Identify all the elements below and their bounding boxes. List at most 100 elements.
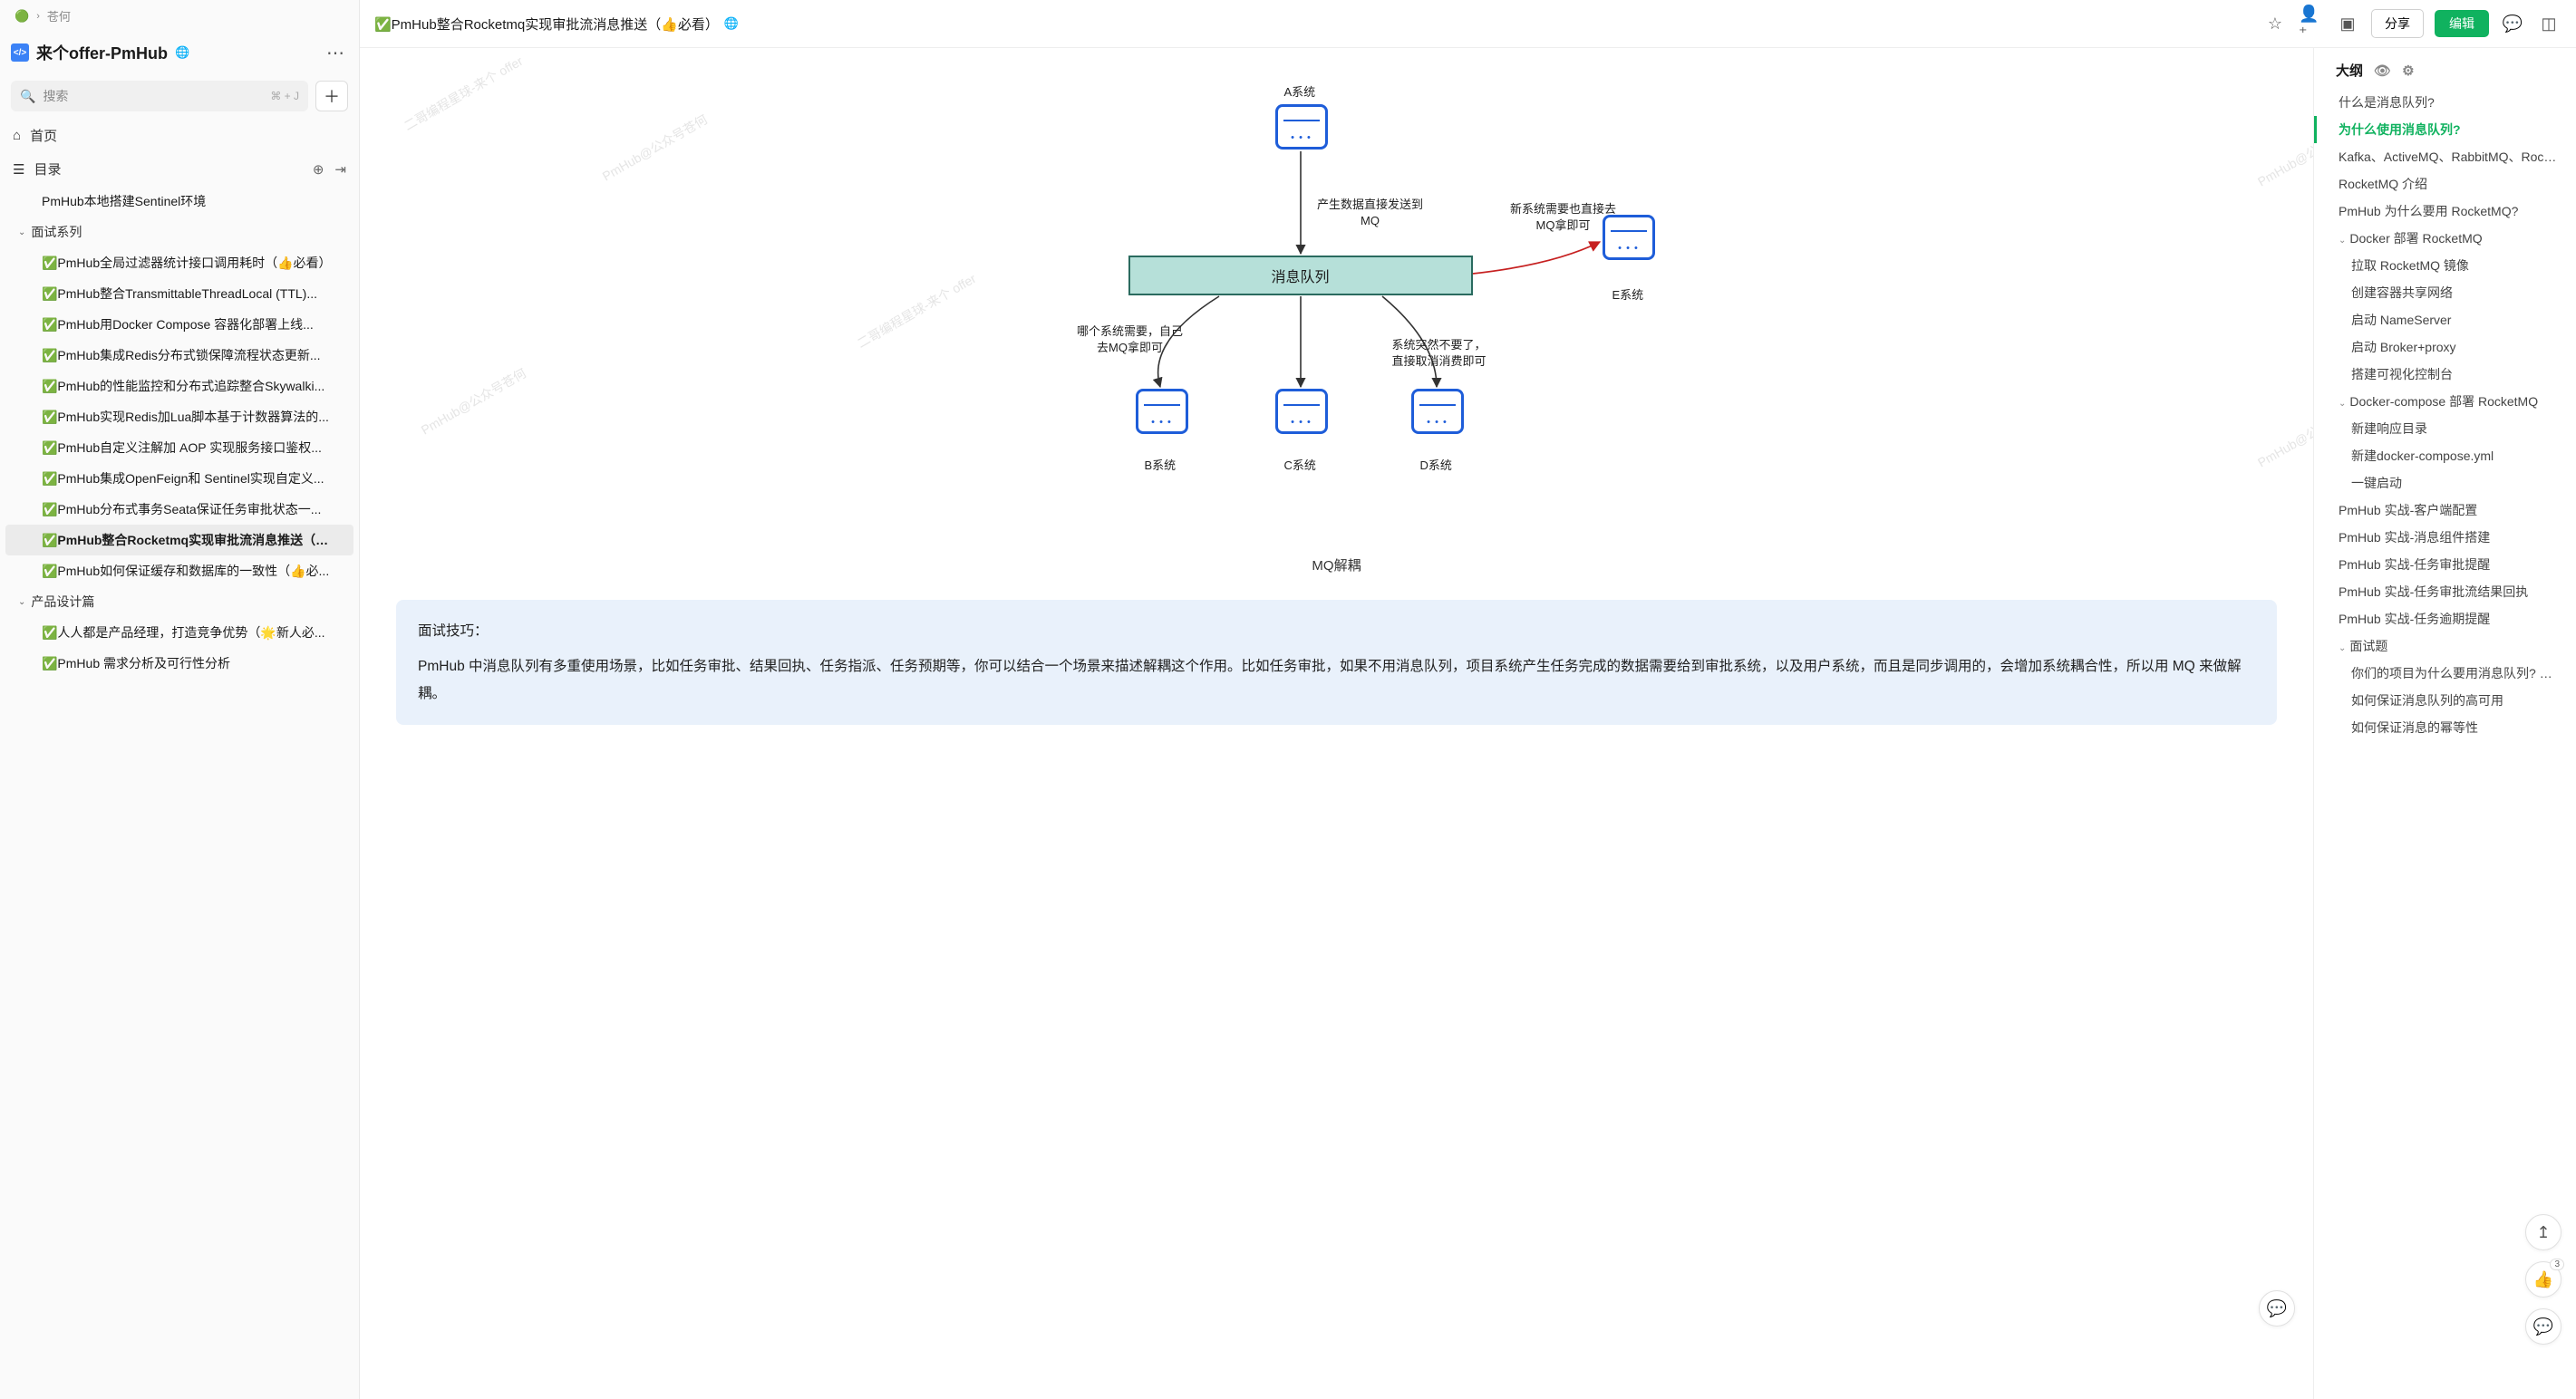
workspace-icon: </> — [11, 43, 29, 62]
outline-item[interactable]: 如何保证消息队列的高可用 — [2314, 687, 2567, 714]
home-icon: ⌂ — [13, 128, 21, 143]
panel-icon[interactable]: ◫ — [2536, 11, 2561, 36]
outline-item[interactable]: 创建容器共享网络 — [2314, 279, 2567, 306]
tree-item[interactable]: ✅PmHub集成OpenFeign和 Sentinel实现自定义... — [0, 463, 359, 494]
outline-item[interactable]: ⌄Docker-compose 部署 RocketMQ — [2314, 388, 2567, 415]
tree-item[interactable]: ✅PmHub分布式事务Seata保证任务审批状态一... — [0, 494, 359, 525]
settings-icon[interactable]: ⚙ — [2402, 63, 2414, 79]
tree-item[interactable]: ✅PmHub全局过滤器统计接口调用耗时（👍必看） — [0, 247, 359, 278]
main-area: ✅PmHub整合Rocketmq实现审批流消息推送（👍必看） 🌐 ☆ 👤⁺ ▣ … — [360, 0, 2576, 1399]
diagram-label: A系统 — [1284, 82, 1316, 100]
comment-icon[interactable]: 💬 — [2500, 11, 2525, 36]
tip-body: PmHub 中消息队列有多重使用场景，比如任务审批、结果回执、任务指派、任务预期… — [418, 653, 2255, 707]
article-body: 二哥编程星球-来个 offer PmHub@公众号苍何 PmHub@公众号苍何 … — [360, 48, 2313, 1399]
outline-item[interactable]: 新建响应目录 — [2314, 415, 2567, 442]
doc-title: ✅PmHub整合Rocketmq实现审批流消息推送（👍必看） 🌐 — [374, 14, 739, 34]
outline-item[interactable]: 搭建可视化控制台 — [2314, 361, 2567, 388]
thumbs-up-button[interactable]: 👍3 — [2525, 1261, 2561, 1298]
outline-item[interactable]: PmHub 为什么要用 RocketMQ? — [2314, 198, 2567, 225]
back-to-top-button[interactable]: ↥ — [2525, 1214, 2561, 1250]
outline-item[interactable]: ⌄面试题 — [2314, 632, 2567, 660]
outline-item[interactable]: PmHub 实战-客户端配置 — [2314, 497, 2567, 524]
outline-item[interactable]: 拉取 RocketMQ 镜像 — [2314, 252, 2567, 279]
star-icon[interactable]: ☆ — [2262, 11, 2288, 36]
outline-item[interactable]: 什么是消息队列? — [2314, 89, 2567, 116]
visibility-icon[interactable]: 👁 — [2374, 63, 2391, 79]
globe-icon: 🌐 — [724, 16, 739, 31]
globe-icon: 🌐 — [175, 45, 189, 60]
search-shortcut: ⌘ + J — [270, 90, 299, 102]
chevron-down-icon: ⌄ — [18, 227, 25, 237]
watermark: PmHub@公众号苍何 — [418, 364, 529, 439]
tree-item[interactable]: ✅PmHub集成Redis分布式锁保障流程状态更新... — [0, 340, 359, 371]
diagram-note: 产生数据直接发送到MQ — [1312, 197, 1429, 229]
tree-item[interactable]: ✅人人都是产品经理，打造竞争优势（🌟新人必... — [0, 617, 359, 648]
more-icon[interactable]: ⋯ — [323, 42, 348, 64]
tree-item[interactable]: ✅PmHub整合Rocketmq实现审批流消息推送（👍... — [5, 525, 353, 555]
outline-item[interactable]: 启动 Broker+proxy — [2314, 333, 2567, 361]
tree-item[interactable]: ✅PmHub的性能监控和分布式追踪整合Skywalki... — [0, 371, 359, 401]
tree-item[interactable]: ✅PmHub实现Redis加Lua脚本基于计数器算法的... — [0, 401, 359, 432]
outline-item[interactable]: PmHub 实战-任务逾期提醒 — [2314, 605, 2567, 632]
outline-item[interactable]: 新建docker-compose.yml — [2314, 442, 2567, 469]
comment-button[interactable]: 💬 — [2525, 1308, 2561, 1345]
tree-section-product[interactable]: ⌄产品设计篇 — [0, 586, 359, 617]
nav-home[interactable]: ⌂ 首页 — [0, 119, 359, 152]
tree-item[interactable]: ✅PmHub用Docker Compose 容器化部署上线... — [0, 309, 359, 340]
collapse-icon[interactable]: ⇥ — [334, 161, 346, 178]
chevron-down-icon: ⌄ — [18, 597, 25, 607]
outline-item[interactable]: 你们的项目为什么要用消息队列? 为... — [2314, 660, 2567, 687]
outline-item[interactable]: PmHub 实战-任务审批流结果回执 — [2314, 578, 2567, 605]
tree-item[interactable]: ✅PmHub 需求分析及可行性分析 — [0, 648, 359, 679]
diagram-node-c — [1275, 389, 1328, 434]
nav-toc[interactable]: ☰ 目录 ⊕ ⇥ — [0, 152, 359, 186]
outline-item[interactable]: PmHub 实战-消息组件搭建 — [2314, 524, 2567, 551]
diagram-label: E系统 — [1612, 285, 1644, 303]
tree-item[interactable]: PmHub本地搭建Sentinel环境 — [0, 186, 359, 217]
outline-item[interactable]: 为什么使用消息队列? — [2314, 116, 2567, 143]
watermark: 二哥编程星球-来个 offer — [854, 269, 979, 352]
watermark: PmHub@公众号苍何 — [599, 111, 711, 186]
watermark: 二哥编程星球-来个 offer — [401, 52, 526, 134]
workspace-title: 来个offer-PmHub — [36, 41, 168, 64]
app-logo-icon: 🟢 — [15, 9, 29, 24]
locate-icon[interactable]: ⊕ — [313, 161, 324, 178]
tree-item[interactable]: ✅PmHub自定义注解加 AOP 实现服务接口鉴权... — [0, 432, 359, 463]
diagram-note: 系统突然不要了，直接取消消费即可 — [1390, 337, 1489, 370]
inline-comment-button[interactable]: 💬 — [2259, 1290, 2295, 1327]
outline-item[interactable]: RocketMQ 介绍 — [2314, 170, 2567, 198]
workspace-header: </> 来个offer-PmHub 🌐 ⋯ — [0, 32, 359, 73]
tree-item[interactable]: ✅PmHub如何保证缓存和数据库的一致性（👍必... — [0, 555, 359, 586]
search-placeholder: 搜索 — [43, 87, 68, 105]
breadcrumb[interactable]: 🟢 › 苍何 — [0, 0, 359, 32]
diagram-label: D系统 — [1420, 456, 1452, 473]
search-input[interactable]: 🔍 搜索 ⌘ + J — [11, 81, 308, 111]
float-buttons: ↥ 👍3 💬 💬 — [2525, 1214, 2561, 1345]
outline-item[interactable]: Kafka、ActiveMQ、RabbitMQ、Rock... — [2314, 143, 2567, 170]
share-button[interactable]: 分享 — [2371, 9, 2424, 38]
outline-title: 大纲 — [2336, 61, 2363, 80]
tree-section-interview[interactable]: ⌄面试系列 — [0, 217, 359, 247]
diagram-label: C系统 — [1284, 456, 1316, 473]
outline-item[interactable]: 启动 NameServer — [2314, 306, 2567, 333]
outline-item[interactable]: ⌄Docker 部署 RocketMQ — [2314, 225, 2567, 252]
diagram-node-d — [1411, 389, 1464, 434]
chevron-down-icon: ⌄ — [2339, 643, 2346, 653]
outline-item[interactable]: 一键启动 — [2314, 469, 2567, 497]
watermark: PmHub@公 — [2254, 422, 2313, 472]
outline-item[interactable]: 如何保证消息的幂等性 — [2314, 714, 2567, 741]
diagram-note: 新系统需要也直接去MQ拿即可 — [1509, 201, 1618, 234]
add-button[interactable]: ＋ — [315, 81, 348, 111]
diagram-node-a — [1275, 104, 1328, 150]
outline-item[interactable]: PmHub 实战-任务审批提醒 — [2314, 551, 2567, 578]
diagram-queue: 消息队列 — [1128, 256, 1473, 295]
add-person-icon[interactable]: 👤⁺ — [2299, 11, 2324, 36]
tree-item[interactable]: ✅PmHub整合TransmittableThreadLocal (TTL)..… — [0, 278, 359, 309]
tip-box: 面试技巧： PmHub 中消息队列有多重使用场景，比如任务审批、结果回执、任务指… — [396, 600, 2277, 725]
diagram-node-e — [1603, 215, 1655, 260]
tip-title: 面试技巧： — [418, 618, 2255, 644]
present-icon[interactable]: ▣ — [2335, 11, 2360, 36]
edit-button[interactable]: 编辑 — [2435, 10, 2489, 37]
watermark: PmHub@公 — [2254, 141, 2313, 191]
topbar: ✅PmHub整合Rocketmq实现审批流消息推送（👍必看） 🌐 ☆ 👤⁺ ▣ … — [360, 0, 2576, 48]
